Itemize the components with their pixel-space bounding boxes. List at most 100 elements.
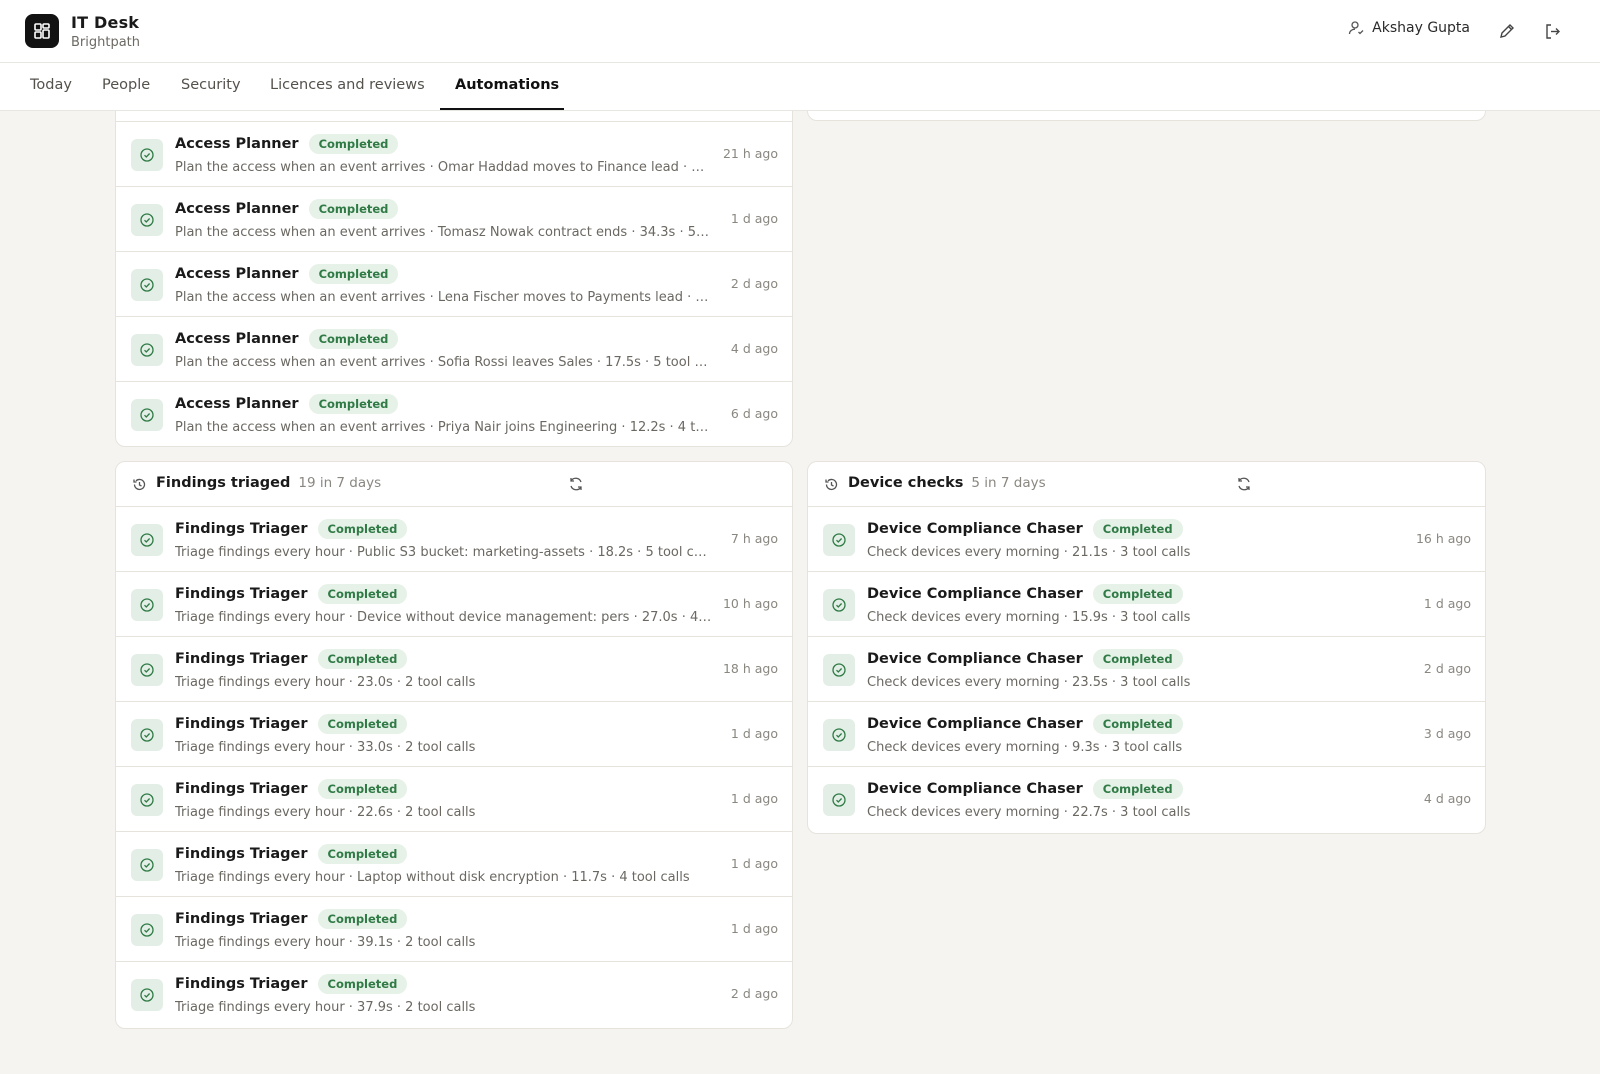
run-row[interactable]: Device Compliance Chaser Completed Check d… [808,507,1485,572]
tab-people[interactable]: People [102,63,150,111]
run-time-ago: 21 h ago [722,146,778,161]
history-icon [825,478,838,491]
logout-icon [1545,23,1560,39]
check-circle-icon [823,719,855,751]
run-time-ago: 2 d ago [1423,661,1471,676]
findings-triaged-panel: Findings triaged 19 in 7 days Findings Tr… [115,461,793,1029]
run-description: Triage findings every hour · 37.9s · 2 t… [175,1000,476,1015]
status-badge: Completed [317,779,408,799]
run-name: Device Compliance Chaser Completed [867,779,1183,799]
run-time-ago: 6 d ago [730,406,778,421]
run-row[interactable]: Access Planner Completed Plan the access w… [116,252,792,317]
top-bar: IT Desk Brightpath Akshay Gupta [0,0,1600,63]
device-panel-count: 5 in 7 days [971,475,1046,491]
tab-today[interactable]: Today [30,63,72,111]
run-name: Findings Triager Completed [175,909,408,929]
check-circle-icon [131,204,163,236]
run-description: Triage findings every hour · Device with… [175,610,712,625]
run-description: Triage findings every hour · 23.0s · 2 t… [175,675,476,690]
run-row[interactable]: Device Compliance Chaser Completed Check d… [808,637,1485,702]
run-row[interactable]: Findings Triager Completed Triage findings… [116,702,792,767]
run-name: Device Compliance Chaser Completed [867,649,1183,669]
run-row[interactable]: Findings Triager Completed Triage findings… [116,897,792,962]
check-circle-icon [131,979,163,1011]
findings-panel-title: Findings triaged 19 in 7 days [156,475,382,491]
findings-panel-count: 19 in 7 days [298,475,382,491]
run-time-ago: 3 d ago [1423,726,1471,741]
run-description: Check devices every morning · 22.7s · 3 … [867,805,1191,820]
device-checks-panel: Device checks 5 in 7 days Device Complian… [807,461,1486,834]
run-name: Findings Triager Completed [175,519,408,539]
run-time-ago: 10 h ago [722,596,778,611]
logout-button[interactable] [1540,19,1564,43]
run-time-ago: 4 d ago [1423,791,1471,806]
run-description: Plan the access when an event arrives · … [175,225,712,240]
run-row[interactable]: Access Planner Completed Plan the access w… [116,187,792,252]
run-name: Access Planner Completed [175,329,399,349]
run-time-ago: 16 h ago [1415,531,1471,546]
check-circle-icon [131,524,163,556]
run-row[interactable]: Findings Triager Completed Triage findings… [116,572,792,637]
app-title: IT Desk [71,13,140,32]
run-row[interactable]: Findings Triager Completed Triage findings… [116,767,792,832]
run-name: Device Compliance Chaser Completed [867,714,1183,734]
check-circle-icon [131,849,163,881]
run-row[interactable]: Access Planner Completed Plan the access w… [116,382,792,446]
tab-bar: Today People Security Licences and revie… [0,63,1600,111]
run-row[interactable]: Findings Triager Completed Triage findings… [116,962,792,1027]
run-row[interactable]: Device Compliance Chaser Completed Check d… [808,767,1485,832]
status-badge: Completed [308,394,399,414]
run-row[interactable]: Findings Triager Completed Triage findings… [116,507,792,572]
status-badge: Completed [317,584,408,604]
edit-button[interactable] [1494,19,1518,43]
run-name: Findings Triager Completed [175,779,408,799]
run-name: Access Planner Completed [175,264,399,284]
user-menu[interactable]: Akshay Gupta [1348,20,1470,36]
check-circle-icon [131,139,163,171]
status-badge: Completed [1092,584,1183,604]
status-badge: Completed [317,974,408,994]
status-badge: Completed [317,714,408,734]
run-row[interactable]: Access Planner Completed Plan the access w… [116,122,792,187]
run-description: Check devices every morning · 15.9s · 3 … [867,610,1191,625]
access-runs-panel: Access Planner Completed Plan the access w… [115,80,793,447]
run-name: Findings Triager Completed [175,584,408,604]
check-circle-icon [131,334,163,366]
device-panel-header: Device checks 5 in 7 days [808,462,1485,507]
run-name: Findings Triager Completed [175,714,408,734]
status-badge: Completed [317,844,408,864]
check-circle-icon [131,269,163,301]
run-row[interactable]: Findings Triager Completed Triage findings… [116,637,792,702]
tab-security[interactable]: Security [181,63,241,111]
check-circle-icon [823,654,855,686]
run-row[interactable]: Access Planner Completed Plan the access w… [116,317,792,382]
run-time-ago: 1 d ago [1423,596,1471,611]
status-badge: Completed [317,909,408,929]
refresh-icon[interactable] [1236,476,1252,492]
run-name: Access Planner Completed [175,394,399,414]
pencil-icon [1499,23,1514,38]
check-circle-icon [823,784,855,816]
status-badge: Completed [308,329,399,349]
check-circle-icon [131,784,163,816]
run-description: Triage findings every hour · 22.6s · 2 t… [175,805,476,820]
tab-licences-and-reviews[interactable]: Licences and reviews [270,63,425,111]
tab-automations[interactable]: Automations [455,63,559,111]
run-description: Plan the access when an event arrives · … [175,420,712,435]
run-row[interactable]: Device Compliance Chaser Completed Check d… [808,702,1485,767]
app-logo-icon[interactable] [25,14,59,48]
run-description: Triage findings every hour · Public S3 b… [175,545,712,560]
run-description: Check devices every morning · 23.5s · 3 … [867,675,1191,690]
run-time-ago: 4 d ago [730,341,778,356]
run-row[interactable]: Device Compliance Chaser Completed Check d… [808,572,1485,637]
run-name: Findings Triager Completed [175,974,408,994]
run-name: Access Planner Completed [175,134,399,154]
run-time-ago: 1 d ago [730,726,778,741]
refresh-icon[interactable] [568,476,584,492]
active-tab-indicator [440,108,564,110]
run-row[interactable]: Findings Triager Completed Triage findings… [116,832,792,897]
run-time-ago: 7 h ago [730,531,778,546]
run-time-ago: 2 d ago [730,986,778,1001]
run-time-ago: 1 d ago [730,791,778,806]
status-badge: Completed [1092,649,1183,669]
